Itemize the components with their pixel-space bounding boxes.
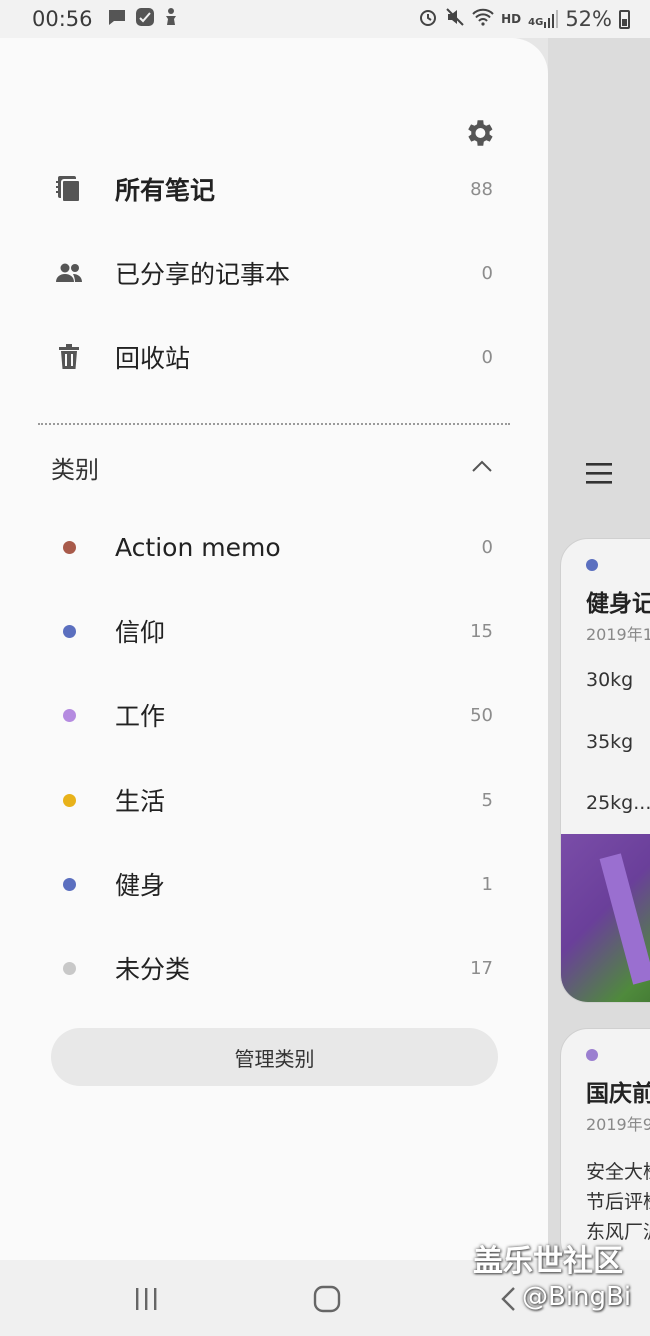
category-label: 健身 xyxy=(115,871,166,900)
trash-icon xyxy=(55,343,83,371)
note-date: 2019年9 xyxy=(586,1115,650,1134)
navigation-drawer: 所有笔记 88 已分享的记事本 0 回收站 0 类别 Action memo 0… xyxy=(0,38,548,1260)
status-bar: 00:56 HD 4G 52% xyxy=(0,0,650,38)
signal-label: 4G xyxy=(528,17,544,28)
category-item-action-memo[interactable]: Action memo 0 xyxy=(0,517,548,577)
category-label: Action memo xyxy=(115,532,281,562)
drawer-item-label: 所有笔记 xyxy=(115,176,216,205)
drawer-item-count: 88 xyxy=(470,178,493,200)
category-item-work[interactable]: 工作 50 xyxy=(0,685,548,745)
category-count: 1 xyxy=(481,873,493,895)
category-item-faith[interactable]: 信仰 15 xyxy=(0,601,548,661)
network-label: HD xyxy=(501,12,522,26)
note-card[interactable]: 健身记 2019年1 30kg 35kg 25kg... xyxy=(560,538,650,1003)
category-label: 工作 xyxy=(115,702,166,731)
category-count: 50 xyxy=(470,704,493,726)
category-count: 15 xyxy=(470,620,493,642)
battery-icon xyxy=(619,9,630,29)
category-color-dot xyxy=(63,540,76,554)
drawer-item-label: 回收站 xyxy=(115,344,191,373)
category-color-dot xyxy=(63,624,76,638)
note-title: 健身记 xyxy=(586,591,650,617)
note-card[interactable]: 国庆前 2019年9 安全大检 节后评检 东风厂派 xyxy=(560,1028,650,1260)
back-icon[interactable] xyxy=(494,1284,524,1314)
mute-icon xyxy=(445,7,465,32)
menu-icon[interactable] xyxy=(586,458,614,493)
chevron-up-icon[interactable] xyxy=(470,454,494,478)
message-icon xyxy=(107,8,127,31)
note-category-dot xyxy=(586,1049,598,1061)
note-line: 30kg xyxy=(586,669,634,691)
category-count: 0 xyxy=(481,536,493,558)
manage-categories-button[interactable]: 管理类别 xyxy=(51,1028,498,1086)
note-line: 节后评检 xyxy=(586,1191,650,1213)
category-color-dot xyxy=(63,793,76,807)
category-color-dot xyxy=(63,961,76,975)
signal-icon: 4G xyxy=(528,10,559,28)
drawer-item-count: 0 xyxy=(481,262,493,284)
app-notification-icon xyxy=(135,7,155,32)
note-date: 2019年1 xyxy=(586,625,650,644)
note-line: 安全大检 xyxy=(586,1161,650,1183)
category-label: 信仰 xyxy=(115,618,166,647)
category-label: 生活 xyxy=(115,787,166,816)
divider xyxy=(38,423,510,425)
recent-apps-icon[interactable] xyxy=(131,1284,161,1314)
home-icon[interactable] xyxy=(312,1284,342,1314)
category-item-uncategorized[interactable]: 未分类 17 xyxy=(0,938,548,998)
category-item-fitness[interactable]: 健身 1 xyxy=(0,854,548,914)
category-label: 未分类 xyxy=(115,955,191,984)
drawer-item-shared-notebooks[interactable]: 已分享的记事本 0 xyxy=(0,243,548,303)
drawer-item-label: 已分享的记事本 xyxy=(115,260,291,289)
drawer-item-count: 0 xyxy=(481,346,493,368)
watermark-text: 盖乐世社区 xyxy=(473,1244,623,1279)
category-item-life[interactable]: 生活 5 xyxy=(0,770,548,830)
drawer-item-trash[interactable]: 回收站 0 xyxy=(0,327,548,387)
watermark-handle: @BingBi xyxy=(522,1282,632,1312)
settings-gear-icon[interactable] xyxy=(462,116,496,150)
note-title: 国庆前 xyxy=(586,1081,650,1107)
status-time: 00:56 xyxy=(32,7,93,31)
alarm-icon xyxy=(418,7,438,32)
chess-icon xyxy=(163,7,179,32)
wifi-icon xyxy=(472,8,494,31)
note-line: 35kg xyxy=(586,731,634,753)
note-category-dot xyxy=(586,559,598,571)
drawer-item-all-notes[interactable]: 所有笔记 88 xyxy=(0,159,548,219)
category-color-dot xyxy=(63,877,76,891)
note-image xyxy=(561,834,650,1002)
notebook-icon xyxy=(55,175,83,203)
category-count: 5 xyxy=(481,789,493,811)
people-icon xyxy=(55,259,83,287)
category-count: 17 xyxy=(470,957,493,979)
category-color-dot xyxy=(63,708,76,722)
notes-list-background: 健身记 2019年1 30kg 35kg 25kg... 国庆前 2019年9 … xyxy=(548,38,650,1260)
battery-percent: 52% xyxy=(565,7,612,31)
note-line: 25kg... xyxy=(586,792,650,814)
categories-section-title: 类别 xyxy=(51,456,99,484)
